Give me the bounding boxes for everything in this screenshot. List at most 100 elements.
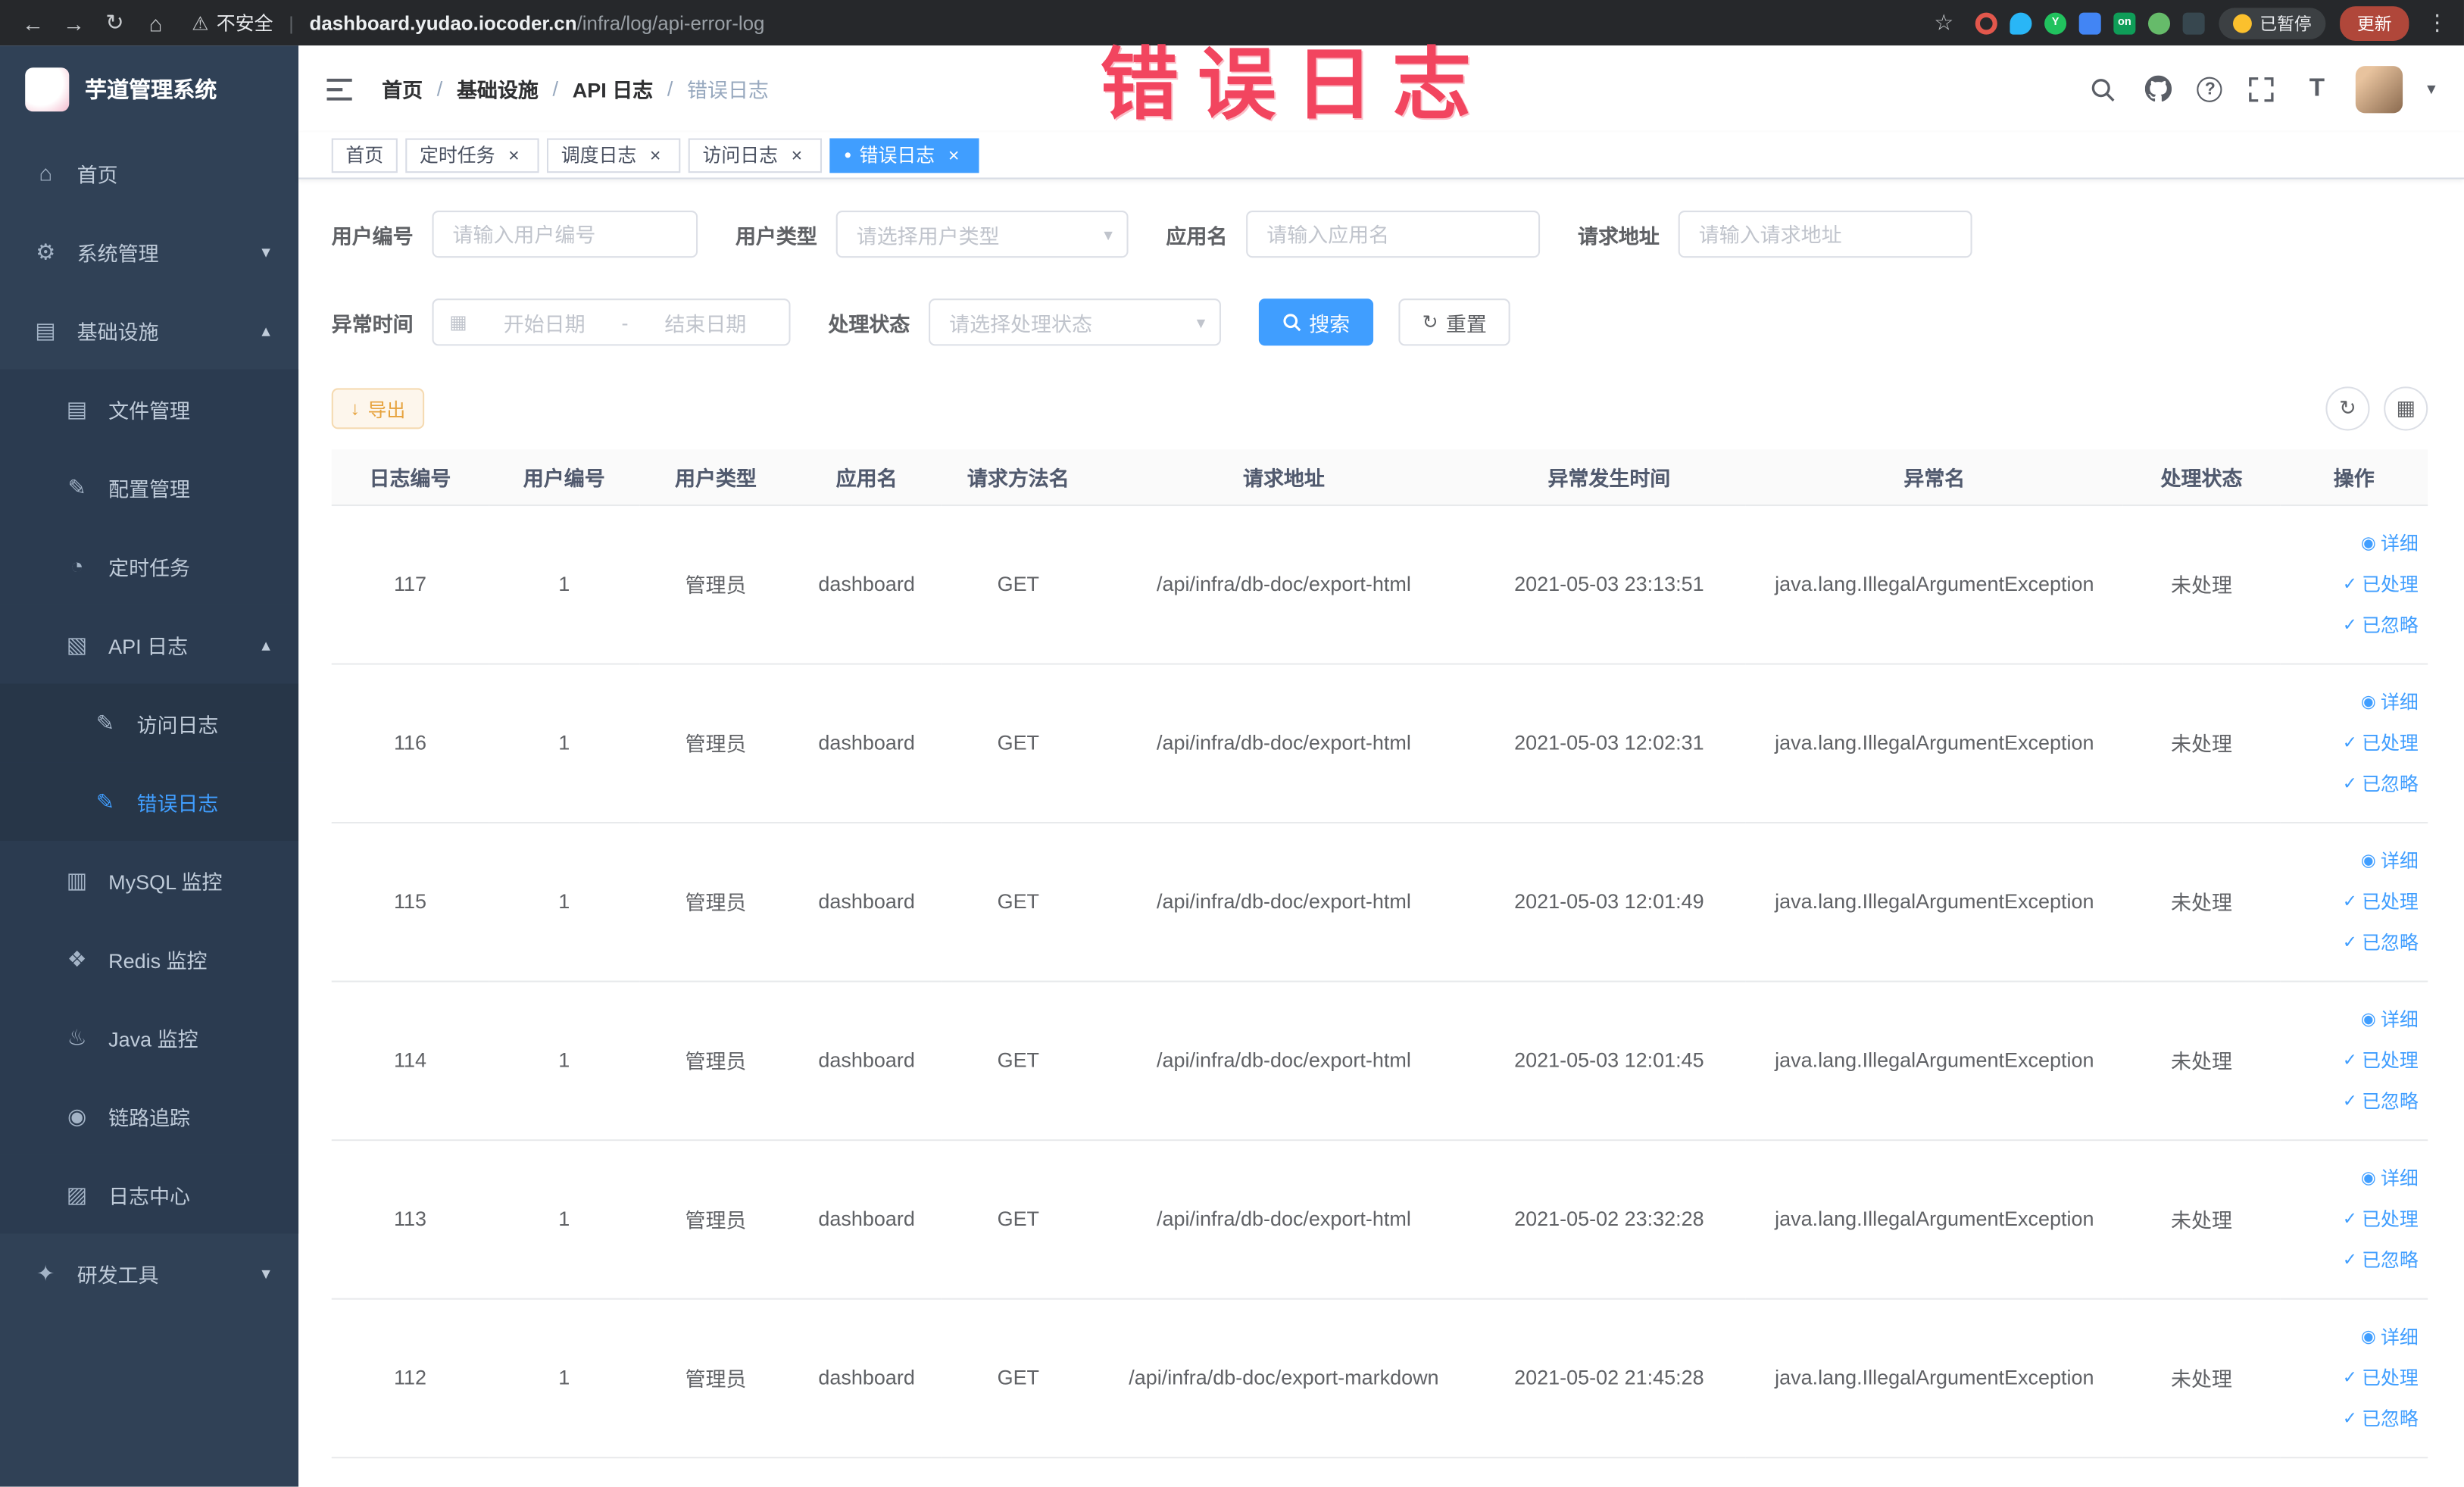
- action-label: 详细: [2380, 690, 2419, 713]
- back-icon[interactable]: ←: [16, 7, 51, 38]
- browser-update-button[interactable]: 更新: [2340, 5, 2409, 40]
- sidebar-item-mysql-monitor[interactable]: ▥ MySQL 监控: [0, 840, 299, 920]
- ignore-link[interactable]: ✓ 已忽略: [2280, 1398, 2419, 1439]
- app-name-input[interactable]: [1246, 210, 1541, 258]
- ignore-link[interactable]: ✓ 已忽略: [2280, 604, 2419, 645]
- check-icon: ✓: [2342, 1091, 2357, 1111]
- close-icon[interactable]: ×: [785, 144, 807, 166]
- ignore-link[interactable]: ✓ 已忽略: [2280, 922, 2419, 963]
- search-button[interactable]: 搜索: [1258, 298, 1374, 346]
- table-row: 115 1 管理员 dashboard GET/api/infra/db-doc/exp…: [331, 822, 2428, 982]
- process-link[interactable]: ✓ 已处理: [2280, 1198, 2419, 1239]
- request-url-input[interactable]: [1678, 210, 1972, 258]
- close-icon[interactable]: ×: [645, 144, 667, 166]
- sidebar-item-dev-tools[interactable]: ✦ 研发工具 ▾: [0, 1234, 298, 1313]
- user-id-input[interactable]: [432, 210, 698, 258]
- breadcrumb-item[interactable]: API 日志: [573, 74, 653, 104]
- extension-icon[interactable]: [2078, 11, 2101, 34]
- close-icon[interactable]: ×: [503, 144, 525, 166]
- cell-time: 2021-05-03 12:01:45: [1472, 980, 1746, 1141]
- ignore-link[interactable]: ✓ 已忽略: [2280, 1239, 2419, 1280]
- help-icon[interactable]: ?: [2197, 76, 2223, 102]
- tab-access-log[interactable]: 访问日志 ×: [688, 137, 823, 173]
- action-label: 已忽略: [2362, 1089, 2419, 1112]
- detail-link[interactable]: ◉ 详细: [2280, 1157, 2419, 1198]
- cell-exception: java.lang.IllegalArgumentException: [1745, 980, 2123, 1141]
- process-link[interactable]: ✓ 已处理: [2280, 564, 2419, 604]
- sidebar-item-config-manage[interactable]: ✎ 配置管理: [0, 448, 299, 526]
- tab-home[interactable]: 首页: [331, 137, 398, 173]
- hamburger-icon[interactable]: [322, 71, 357, 106]
- kebab-menu-icon[interactable]: ⋮: [2426, 9, 2448, 36]
- address-bar[interactable]: dashboard.yudao.iocoder.cn/infra/log/api…: [310, 12, 765, 34]
- log-icon: ▧: [66, 630, 88, 657]
- detail-link[interactable]: ◉ 详细: [2280, 523, 2419, 564]
- breadcrumb-item[interactable]: 基础设施: [457, 74, 539, 104]
- sidebar-item-home[interactable]: ⌂ 首页: [0, 133, 298, 212]
- sidebar-item-redis-monitor[interactable]: ❖ Redis 监控: [0, 919, 299, 998]
- process-link[interactable]: ✓ 已处理: [2280, 881, 2419, 922]
- sidebar-item-file-manage[interactable]: ▤ 文件管理: [0, 369, 299, 448]
- search-icon[interactable]: [2088, 73, 2119, 104]
- cell-exception: java.lang.IllegalArgumentException: [1745, 1139, 2123, 1299]
- font-size-icon[interactable]: T: [2301, 73, 2332, 104]
- sidebar-item-label: 基础设施: [77, 320, 159, 344]
- column-settings-button[interactable]: ▦: [2384, 386, 2428, 431]
- reload-icon[interactable]: ↻: [98, 7, 133, 38]
- security-chip[interactable]: ⚠ 不安全: [192, 7, 273, 38]
- breadcrumb-item[interactable]: 首页: [382, 74, 423, 104]
- process-link[interactable]: ✓ 已处理: [2280, 1039, 2419, 1080]
- process-link[interactable]: ✓ 已处理: [2280, 722, 2419, 763]
- sidebar-item-error-log[interactable]: ✎ 错误日志: [0, 762, 299, 841]
- fullscreen-icon[interactable]: [2247, 73, 2278, 104]
- cell-user-type: 管理员: [639, 822, 792, 982]
- extension-icon[interactable]: [2010, 11, 2032, 34]
- sidebar-item-label: 研发工具: [77, 1262, 159, 1287]
- redis-icon: ❖: [67, 945, 87, 971]
- user-avatar[interactable]: [2356, 65, 2404, 113]
- user-type-select[interactable]: 请选择用户类型 ▾: [835, 210, 1129, 258]
- action-label: 已处理: [2362, 731, 2419, 754]
- extension-icon[interactable]: Y: [2044, 11, 2067, 34]
- github-icon[interactable]: [2143, 73, 2174, 104]
- sidebar-item-cron-job[interactable]: ◔ 定时任务: [0, 526, 299, 605]
- sidebar-item-trace[interactable]: ◉ 链路追踪: [0, 1076, 299, 1155]
- app-name-label: 应用名: [1166, 223, 1228, 248]
- extension-icon[interactable]: [2147, 11, 2171, 34]
- tab-cron-job[interactable]: 定时任务 ×: [405, 137, 539, 173]
- tab-error-log[interactable]: ● 错误日志 ×: [829, 137, 979, 173]
- detail-link[interactable]: ◉ 详细: [2280, 998, 2419, 1039]
- ignore-link[interactable]: ✓ 已忽略: [2280, 1080, 2419, 1121]
- sidebar-item-log-center[interactable]: ▨ 日志中心: [0, 1154, 299, 1234]
- cell-user-id: 1: [489, 1139, 640, 1299]
- detail-link[interactable]: ◉ 详细: [2280, 1316, 2419, 1357]
- detail-link[interactable]: ◉ 详细: [2280, 840, 2419, 881]
- extension-icon[interactable]: [1975, 11, 1997, 34]
- sidebar-item-access-log[interactable]: ✎ 访问日志: [0, 683, 299, 763]
- process-status-select[interactable]: 请选择处理状态 ▾: [929, 298, 1222, 346]
- action-label: 详细: [2380, 849, 2419, 872]
- refresh-table-button[interactable]: ↻: [2325, 386, 2370, 431]
- close-icon[interactable]: ×: [943, 144, 965, 166]
- reset-button[interactable]: ↻ 重置: [1398, 298, 1510, 346]
- date-range-picker[interactable]: ▦ 开始日期 - 结束日期: [432, 298, 791, 346]
- chevron-up-icon: ▴: [261, 321, 270, 341]
- cell-status: 未处理: [2122, 822, 2281, 982]
- process-link[interactable]: ✓ 已处理: [2280, 1357, 2419, 1398]
- paused-badge[interactable]: 已暂停: [2219, 7, 2326, 39]
- sidebar-item-java-monitor[interactable]: ♨ Java 监控: [0, 998, 299, 1077]
- ignore-link[interactable]: ✓ 已忽略: [2280, 763, 2419, 804]
- app-logo[interactable]: 芋道管理系统: [0, 45, 298, 133]
- tab-job-log[interactable]: 调度日志 ×: [547, 137, 681, 173]
- extension-icon[interactable]: on: [2113, 11, 2136, 34]
- sidebar-item-api-log[interactable]: ▧ API 日志 ▴: [0, 604, 299, 684]
- browser-home-icon[interactable]: ⌂: [139, 7, 173, 38]
- sidebar-item-infra[interactable]: ▤ 基础设施 ▴: [0, 291, 298, 370]
- avatar-caret-down-icon[interactable]: ▾: [2427, 79, 2435, 99]
- sidebar-item-system-manage[interactable]: ⚙ 系统管理 ▾: [0, 212, 298, 291]
- forward-icon[interactable]: →: [57, 7, 92, 38]
- extension-icon[interactable]: [2182, 11, 2205, 34]
- detail-link[interactable]: ◉ 详细: [2280, 681, 2419, 722]
- bookmark-star-icon[interactable]: ☆: [1926, 7, 1961, 38]
- export-button[interactable]: ↓ 导出: [331, 388, 425, 430]
